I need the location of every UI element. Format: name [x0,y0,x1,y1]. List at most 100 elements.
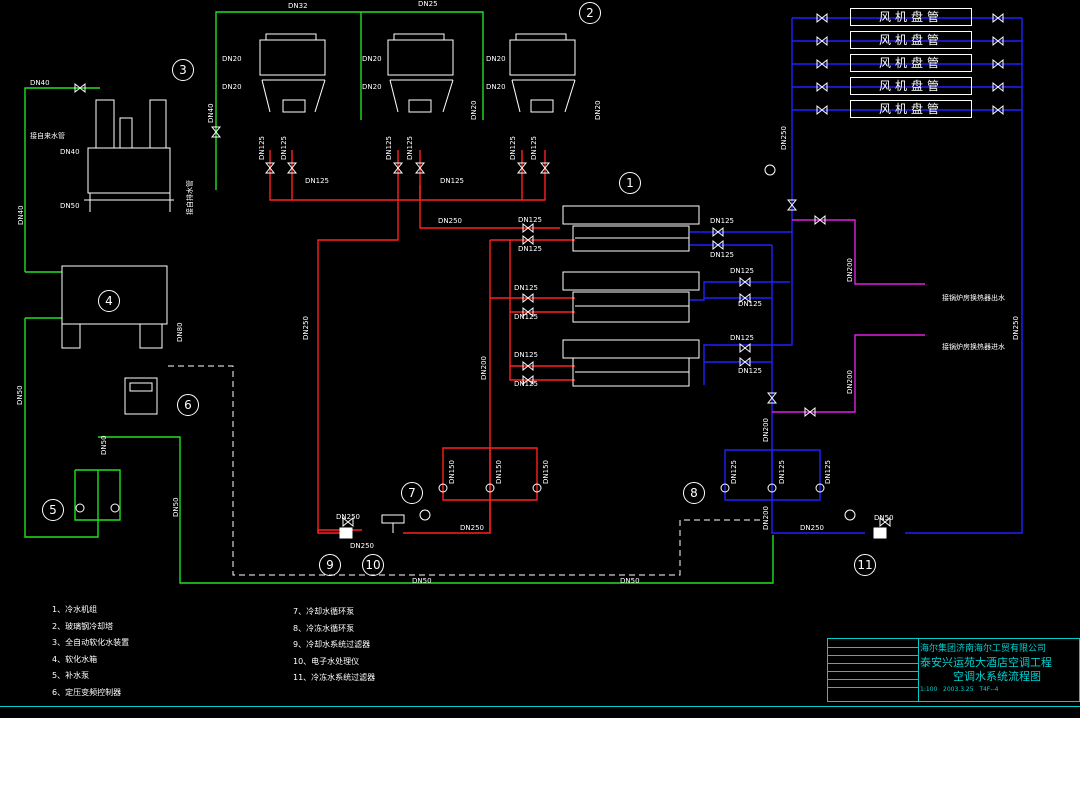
label-dn125-ch1: DN125 [518,216,542,224]
cooling-tower-b [387,33,454,113]
label-dn200-b: DN200 [846,370,854,394]
label-dn50-e: DN50 [100,435,108,455]
label-dn125-cw6: DN125 [738,367,762,375]
label-dn250-c: DN250 [336,513,360,521]
legend-item: 5、补水泵 [52,671,90,680]
callout-7: 7 [401,482,423,504]
label-dn125-c: DN125 [385,136,393,160]
cooling-water-lines [269,150,575,534]
label-dn250-b: DN250 [780,126,788,150]
cooling-tower-a [259,33,326,113]
legend-item: 3、全自动软化水装置 [52,638,130,647]
pipe-city-water [24,87,100,272]
callout-10: 10 [362,554,384,576]
label-dn125-d: DN125 [406,136,414,160]
label-dn125-cw4: DN125 [738,300,762,308]
title-date: 2003.3.25 [943,686,974,693]
legend-item: 7、冷却水循环泵 [293,607,355,616]
label-dn150-c: DN150 [542,460,550,484]
legend-item: 2、玻璃钢冷却塔 [52,621,114,631]
label-dn125-a: DN125 [258,136,266,160]
water-softener [84,99,174,212]
legend-item: 9、冷却水系统过滤器 [293,640,371,649]
pipe-cooling-supply-header [317,200,399,534]
label-dn20-h: DN20 [594,100,602,120]
annotation-boiler-out: 接锅炉房换热器出水 [942,294,1005,302]
label-dn250-v: DN250 [302,316,310,340]
pump-icon [75,503,85,513]
annotation-drain: 接自排水管 [186,180,194,215]
label-dn25-top: DN25 [418,0,438,8]
label-dn50-b: DN50 [620,577,640,585]
cooling-tower-c [509,33,576,113]
legend-item: 8、冷冻水循环泵 [293,623,355,633]
title-company: 海尔集团济南海尔工贸有限公司 [920,644,1047,654]
legend-item: 4、软化水箱 [52,654,98,664]
callout-2: 2 [579,2,601,24]
label-dn200-d: DN200 [762,506,770,530]
water-treatment-unit [381,514,405,533]
legend-item: 6、定压变频控制器 [52,687,122,697]
label-dn20-g: DN20 [470,100,478,120]
callout-4: 4 [98,290,120,312]
label-dn125-f: DN125 [530,136,538,160]
annotation-boiler-in: 接锅炉房换热器进水 [942,343,1005,351]
chilled-water-lines [690,17,1023,534]
legend-item: 11、冷冻水系统过滤器 [293,673,376,682]
label-dn20-c: DN20 [362,55,382,63]
annotation-city-water: 接自来水管 [30,132,65,140]
label-dn125-ch2: DN125 [518,245,542,253]
label-dn250-a: DN250 [438,217,462,225]
label-dn125-ch6: DN125 [514,380,538,388]
pressure-gauge-icon [419,509,431,521]
label-dn50-f: DN50 [60,202,80,210]
label-dn125-cw1: DN125 [710,217,734,225]
title-scale: 1:100 [920,686,938,693]
callout-1: 1 [619,172,641,194]
legend-item: 1、冷水机组 [52,605,98,614]
label-dn20-a: DN20 [222,55,242,63]
callout-8: 8 [683,482,705,504]
label-dn20-b: DN20 [222,83,242,91]
fan-coil-2: 风机盘管 [850,31,972,49]
label-dn125-ch4: DN125 [514,313,538,321]
label-dn125-p2: DN125 [778,460,786,484]
pressure-controller [124,377,158,415]
label-dn40-a: DN40 [30,79,50,87]
control-signal-line [168,365,760,576]
label-dn250-right: DN250 [1012,316,1020,340]
pump-icon [110,503,120,513]
title-drawing: 空调水系统流程图 [953,670,1041,683]
label-dn32: DN32 [288,2,308,10]
label-dn125-cw3: DN125 [730,267,754,275]
label-dn40-c: DN40 [17,205,25,225]
control-lines [168,365,760,576]
pipe-hx-supply [792,219,925,285]
title-block: 海尔集团济南海尔工贸有限公司 泰安兴运苑大酒店空调工程 空调水系统流程图 1:1… [827,638,1080,702]
label-dn125-cw5: DN125 [730,334,754,342]
label-dn80: DN80 [176,322,184,342]
label-dn200-c: DN200 [762,418,770,442]
pipe-fancoil-return-right [905,18,1023,534]
title-block-signatures [828,639,919,701]
title-footer: 1:100 2003.3.25 T4F--4 [920,686,998,693]
fan-coil-5: 风机盘管 [850,100,972,118]
label-dn50-d: DN50 [16,385,24,405]
pipe-makeup-to-system [98,436,774,584]
label-dn20-f: DN20 [486,83,506,91]
label-dn125-cw2: DN125 [710,251,734,259]
pressure-gauge-icon [844,509,856,521]
label-dn20-d: DN20 [362,83,382,91]
label-dn50-a: DN50 [412,577,432,585]
title-drawing-no: T4F--4 [979,686,999,693]
label-dn250-d: DN250 [350,542,374,550]
legend-col2: 7、冷却水循环泵 8、冷冻水循环泵 9、冷却水系统过滤器 10、电子水处理仪 1… [293,607,375,690]
diagram-canvas: 风机盘管 风机盘管 风机盘管 风机盘管 风机盘管 1 2 3 4 5 6 7 8… [0,0,1080,718]
callout-9: 9 [319,554,341,576]
label-dn50-c: DN50 [172,497,180,517]
label-dn125-ch5: DN125 [514,351,538,359]
label-dn250-e: DN250 [460,524,484,532]
legend-item: 10、电子水处理仪 [293,656,360,666]
label-dn125-ch3: DN125 [514,284,538,292]
fan-coil-3: 风机盘管 [850,54,972,72]
